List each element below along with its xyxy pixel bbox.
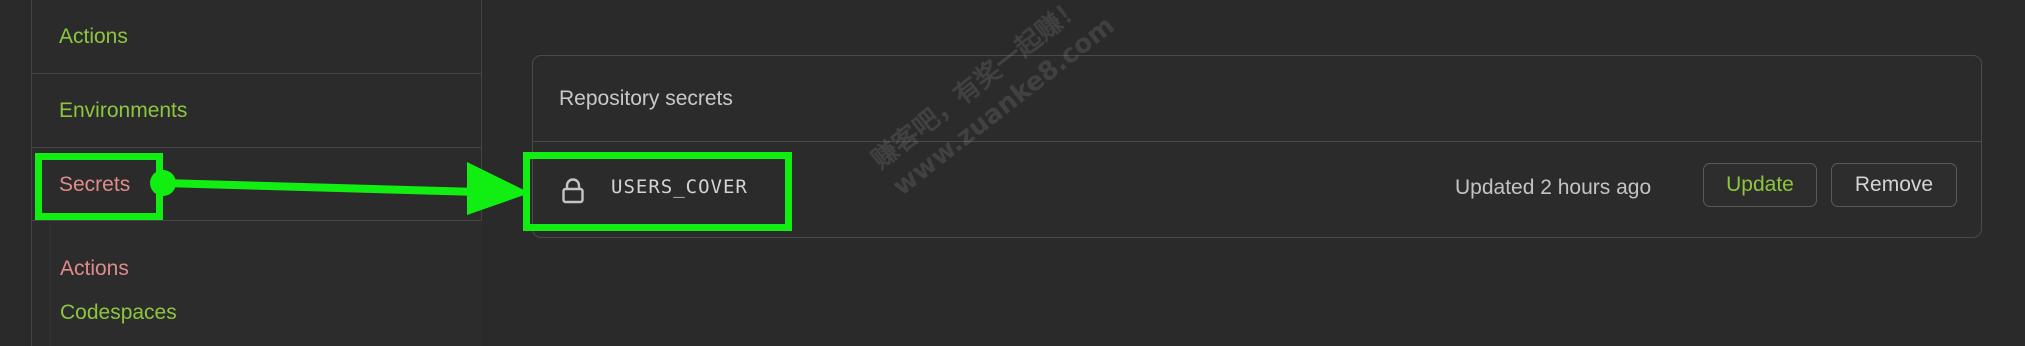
sidebar-item-environments[interactable]: Environments <box>32 74 481 148</box>
sidebar-item-label: Actions <box>59 25 128 48</box>
sidebar-item-actions[interactable]: Actions <box>32 0 481 74</box>
annotation-box-secrets <box>35 153 163 220</box>
page: Actions Environments Secrets Actions Cod… <box>0 0 2025 346</box>
remove-button[interactable]: Remove <box>1831 163 1957 207</box>
submenu-item-codespaces[interactable]: Codespaces <box>60 301 177 325</box>
panel-title: Repository secrets <box>533 56 1981 142</box>
update-button[interactable]: Update <box>1703 163 1817 207</box>
submenu-item-actions[interactable]: Actions <box>60 257 129 281</box>
secret-updated-time: Updated 2 hours ago <box>1455 176 1652 199</box>
annotation-box-secret-name <box>523 152 792 231</box>
secrets-submenu: Actions Codespaces <box>50 221 482 346</box>
sidebar-item-label: Environments <box>59 99 188 122</box>
